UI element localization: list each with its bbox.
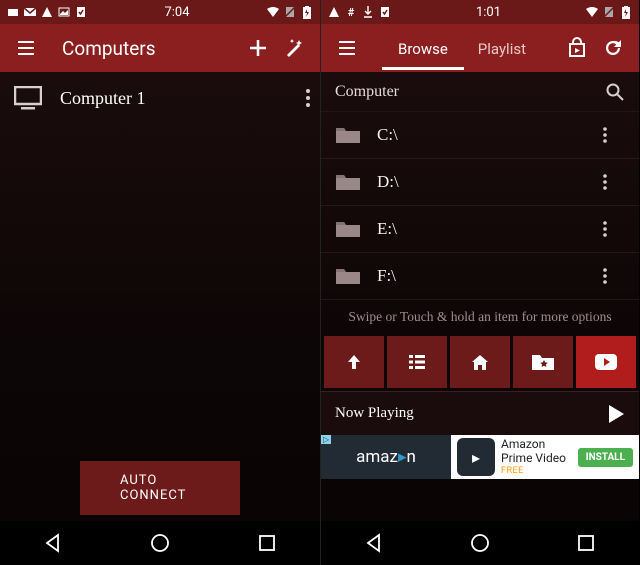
browse-content: Computer C:\ D:\ E:\ F:\ Swipe or Touch — [321, 72, 639, 521]
computers-content: Computer 1 AUTO CONNECT — [0, 72, 320, 521]
status-notification-icons: # — [327, 5, 392, 19]
breadcrumb-row[interactable]: Computer — [321, 72, 639, 112]
home-button[interactable] — [450, 525, 510, 561]
recents-button[interactable] — [237, 525, 297, 561]
breadcrumb: Computer — [335, 83, 399, 101]
ad-title: Amazon Prime Video — [501, 438, 572, 466]
warning-icon — [40, 5, 54, 19]
download-icon — [361, 5, 375, 19]
folder-icon — [335, 219, 361, 239]
computer-list-item[interactable]: Computer 1 — [0, 72, 320, 124]
page-title: Computers — [62, 37, 240, 60]
warning-icon — [327, 5, 341, 19]
ad-install-button[interactable]: INSTALL — [578, 448, 633, 467]
favorites-button[interactable] — [513, 336, 573, 388]
folder-icon — [335, 266, 361, 286]
play-button[interactable] — [576, 336, 636, 388]
status-clock: 7:04 — [88, 5, 266, 20]
menu-button[interactable] — [329, 30, 365, 66]
android-nav-bar — [0, 521, 320, 565]
refresh-button[interactable] — [595, 30, 631, 66]
folder-icon — [335, 125, 361, 145]
now-playing-label: Now Playing — [335, 405, 414, 422]
ad-app-icon: ▸ — [457, 438, 495, 476]
gmail-icon — [23, 5, 37, 19]
wifi-icon — [585, 5, 599, 19]
drive-label: C:\ — [377, 125, 603, 145]
status-clock: 1:01 — [392, 5, 585, 20]
clipboard-icon — [74, 5, 88, 19]
monitor-icon — [14, 86, 42, 110]
item-overflow-button[interactable] — [603, 268, 627, 284]
phone-right: # 1:01 Browse Playlist Computer — [320, 0, 639, 565]
android-nav-bar — [321, 521, 639, 565]
ad-banner[interactable]: ▷ amaz▸n ▸ Amazon Prime Video FREE INSTA… — [321, 435, 639, 479]
search-button[interactable] — [605, 82, 625, 102]
tab-browse[interactable]: Browse — [394, 28, 452, 68]
computer-label: Computer 1 — [60, 88, 306, 109]
drive-row[interactable]: F:\ — [321, 253, 639, 300]
menu-button[interactable] — [8, 30, 44, 66]
now-playing-bar[interactable]: Now Playing — [321, 391, 639, 435]
ad-content: ▸ Amazon Prime Video FREE INSTALL — [451, 438, 639, 476]
ad-brand-text: amaz — [356, 447, 398, 467]
home-button[interactable] — [130, 525, 190, 561]
no-sim-icon — [602, 5, 616, 19]
battery-icon — [300, 5, 314, 19]
tabs: Browse Playlist — [365, 28, 559, 68]
wizard-button[interactable] — [276, 30, 312, 66]
no-sim-icon — [283, 5, 297, 19]
play-icon[interactable] — [607, 404, 625, 424]
folder-icon — [335, 172, 361, 192]
auto-connect-button[interactable]: AUTO CONNECT — [80, 461, 240, 515]
item-overflow-button[interactable] — [603, 174, 627, 190]
hash-icon: # — [344, 5, 358, 19]
status-notification-icons — [6, 5, 88, 19]
hint-text: Swipe or Touch & hold an item for more o… — [321, 300, 639, 336]
add-button[interactable] — [240, 30, 276, 66]
drive-row[interactable]: C:\ — [321, 112, 639, 159]
app-bar: Browse Playlist — [321, 24, 639, 72]
tab-playlist[interactable]: Playlist — [474, 28, 530, 68]
ad-subtitle: FREE — [501, 466, 572, 476]
phone-left: 7:04 Computers Computer 1 AUTO CON — [0, 0, 320, 565]
queue-button[interactable] — [387, 336, 447, 388]
status-bar: 7:04 — [0, 0, 320, 24]
item-overflow-button[interactable] — [603, 127, 627, 143]
drive-row[interactable]: E:\ — [321, 206, 639, 253]
back-button[interactable] — [23, 525, 83, 561]
up-button[interactable] — [324, 336, 384, 388]
battery-icon — [619, 5, 633, 19]
image-icon — [57, 5, 71, 19]
app-bar: Computers — [0, 24, 320, 72]
notification-icon — [6, 5, 20, 19]
store-button[interactable] — [559, 30, 595, 66]
drive-label: E:\ — [377, 219, 603, 239]
drive-label: F:\ — [377, 266, 603, 286]
clipboard-icon — [378, 5, 392, 19]
status-system-icons — [585, 5, 633, 19]
back-button[interactable] — [344, 525, 404, 561]
drive-row[interactable]: D:\ — [321, 159, 639, 206]
wifi-icon — [266, 5, 280, 19]
item-overflow-button[interactable] — [603, 221, 627, 237]
ad-brand-suffix: n — [407, 447, 416, 467]
ad-brand-play-icon: ▸ — [398, 447, 407, 467]
drive-label: D:\ — [377, 172, 603, 192]
adchoices-icon[interactable]: ▷ — [321, 435, 331, 444]
item-overflow-button[interactable] — [306, 89, 310, 107]
recents-button[interactable] — [556, 525, 616, 561]
tool-row — [321, 336, 639, 391]
ad-brand-panel: ▷ amaz▸n — [321, 435, 451, 479]
status-bar: # 1:01 — [321, 0, 639, 24]
home-button[interactable] — [450, 336, 510, 388]
status-system-icons — [266, 5, 314, 19]
